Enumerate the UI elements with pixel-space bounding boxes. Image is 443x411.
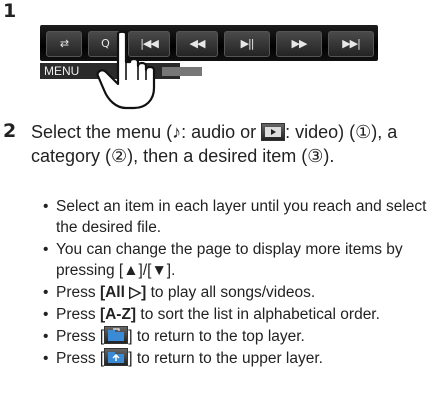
video-icon	[261, 123, 286, 141]
next-track-icon: ▶▶|	[342, 37, 361, 50]
rewind-icon: ◀◀	[189, 37, 206, 50]
step-number-1: 1	[3, 0, 17, 22]
bullet-text: Press	[56, 306, 100, 323]
repeat-icon: ⇄	[59, 37, 69, 50]
repeat-button[interactable]: ⇄	[46, 31, 82, 57]
playback-control-bar: ⇄ Q |◀◀ ◀◀ ▶|| ▶▶ ▶▶|	[40, 25, 378, 61]
step2-instruction: Select the menu (♪: audio or : video) (①…	[31, 120, 436, 168]
step-number-2: 2	[3, 120, 17, 142]
list-item: Select an item in each layer until you r…	[42, 196, 437, 238]
instruction-list: Select an item in each layer until you r…	[42, 196, 437, 370]
play-pause-button[interactable]: ▶||	[224, 31, 270, 57]
bullet-text: Press	[56, 284, 100, 301]
menu-button[interactable]: MENU	[44, 64, 79, 78]
list-item: Press [A-Z] to sort the list in alphabet…	[42, 304, 437, 325]
bullet-text: Select an item in each layer until you r…	[56, 198, 427, 236]
audio-note-icon: ♪	[172, 122, 182, 142]
fast-forward-button[interactable]: ▶▶	[276, 31, 322, 57]
rewind-button[interactable]: ◀◀	[176, 31, 218, 57]
next-track-button[interactable]: ▶▶|	[328, 31, 374, 57]
hand-pointer-icon	[96, 30, 156, 110]
bullet-text: to play all songs/videos.	[146, 284, 316, 301]
top-layer-icon	[104, 326, 129, 344]
bullet-text: Press [	[56, 350, 105, 367]
list-item: Press [ ] to return to the upper layer.	[42, 348, 437, 369]
bullet-text: You can change the page to display more …	[56, 241, 403, 279]
bullet-text: ] to return to the top layer.	[128, 328, 305, 345]
fast-forward-icon: ▶▶	[291, 37, 308, 50]
bullet-text: to sort the list in alphabetical order.	[136, 306, 380, 323]
step2-text-part2: : audio or	[181, 122, 262, 142]
list-item: Press [All ▷] to play all songs/videos.	[42, 282, 437, 303]
bullet-text: ] to return to the upper layer.	[128, 350, 323, 367]
step2-text-part1: Select the menu (	[31, 122, 173, 142]
menu-bar-segment	[162, 67, 202, 76]
all-key-label: [All ▷]	[99, 284, 147, 301]
bullet-text: Press [	[56, 328, 105, 345]
list-item: Press [ ] to return to the top layer.	[42, 326, 437, 347]
list-item: You can change the page to display more …	[42, 239, 437, 281]
upper-layer-icon	[104, 348, 129, 366]
play-pause-icon: ▶||	[240, 37, 255, 50]
a-z-key-label: [A-Z]	[99, 306, 137, 323]
